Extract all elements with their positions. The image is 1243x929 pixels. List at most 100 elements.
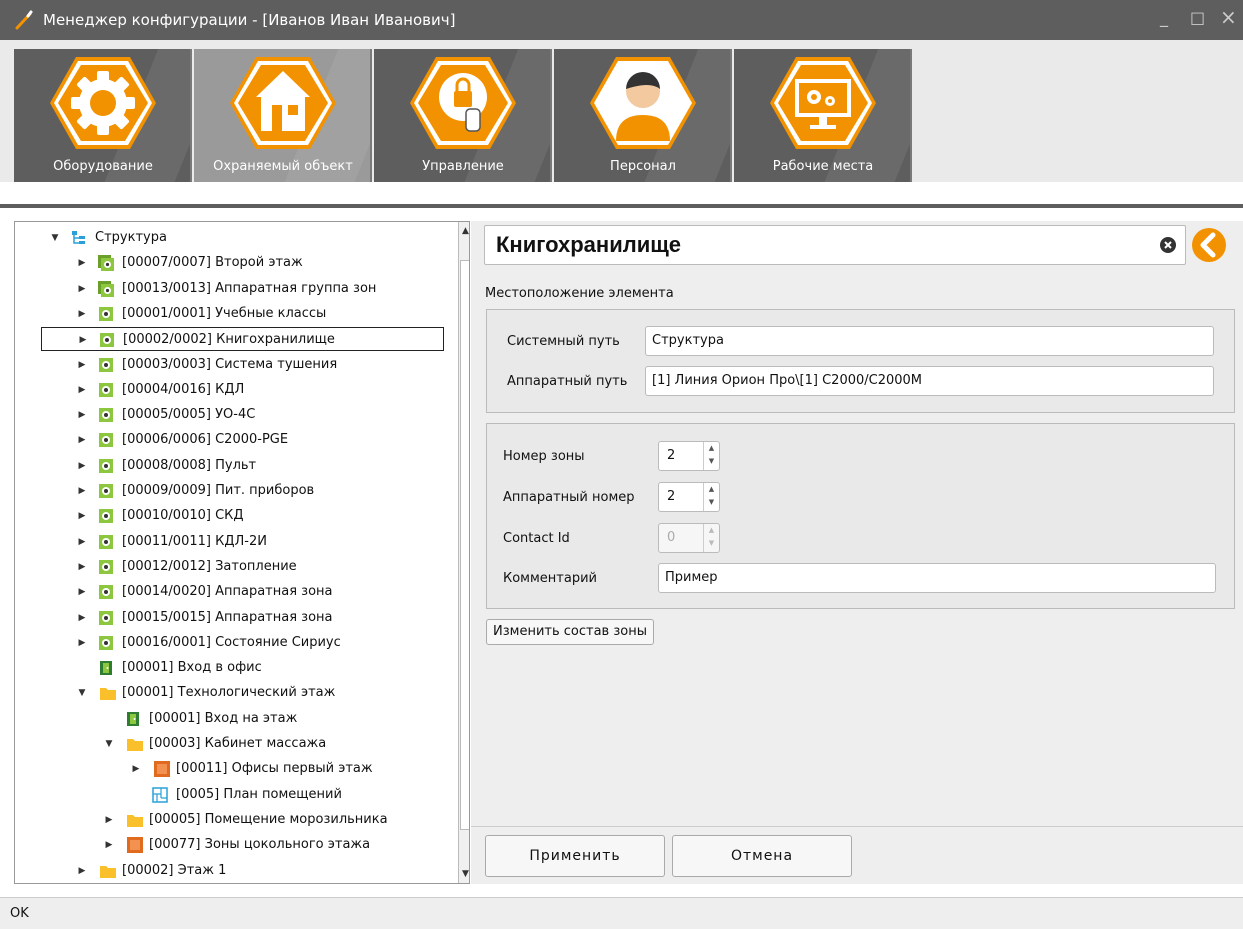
spinner-arrows-icon: ▲ ▼ bbox=[703, 524, 719, 552]
tree-item-label: [00012/0012] Затопление bbox=[122, 558, 297, 574]
spinner-arrows-icon[interactable]: ▲ ▼ bbox=[703, 442, 719, 470]
expand-down-icon[interactable]: ▼ bbox=[76, 681, 88, 705]
back-arrow-icon[interactable] bbox=[1191, 227, 1227, 263]
tree-item-label: [00011/0011] КДЛ-2И bbox=[122, 533, 267, 549]
cancel-button[interactable]: Отмена bbox=[672, 835, 852, 877]
tree-item[interactable]: ▶ [00002/0002] Книгохранилище bbox=[41, 327, 444, 352]
tree-item[interactable]: [00001] Вход в офис bbox=[15, 656, 455, 680]
separator bbox=[471, 826, 1243, 827]
expand-right-icon[interactable]: ▶ bbox=[76, 631, 88, 655]
comment-label: Комментарий bbox=[503, 571, 597, 586]
hw-number-spinner[interactable]: 2 ▲ ▼ bbox=[658, 482, 720, 512]
tree-item[interactable]: ▶ [00008/0008] Пульт bbox=[15, 454, 455, 478]
clear-icon[interactable] bbox=[1159, 236, 1177, 254]
system-path-field[interactable]: Структура bbox=[645, 326, 1214, 356]
tree-item[interactable]: ▶ [00001/0001] Учебные классы bbox=[15, 302, 455, 326]
expand-right-icon[interactable]: ▶ bbox=[76, 277, 88, 301]
hw-number-label: Аппаратный номер bbox=[503, 490, 635, 505]
expand-right-icon[interactable]: ▶ bbox=[76, 251, 88, 275]
tree-item[interactable]: ▶ [00002] Этаж 1 bbox=[15, 859, 455, 883]
tree-item[interactable]: ▶ [00007/0007] Второй этаж bbox=[15, 251, 455, 275]
expand-right-icon[interactable]: ▶ bbox=[76, 555, 88, 579]
expand-right-icon[interactable]: ▶ bbox=[76, 428, 88, 452]
expand-down-icon[interactable]: ▼ bbox=[49, 226, 61, 250]
toolbar-protected-object-button[interactable]: Охраняемый объект bbox=[194, 49, 372, 182]
expand-down-icon[interactable]: ▼ bbox=[103, 732, 115, 756]
tree-item[interactable]: ▶ [00009/0009] Пит. приборов bbox=[15, 479, 455, 503]
tree-item[interactable]: ▶ [00006/0006] С2000-PGE bbox=[15, 428, 455, 452]
gear-icon bbox=[50, 57, 156, 149]
toolbar-equipment-button[interactable]: Оборудование bbox=[14, 49, 192, 182]
maximize-button[interactable]: □ bbox=[1190, 8, 1205, 27]
tree-item[interactable]: ▶ [00014/0020] Аппаратная зона bbox=[15, 580, 455, 604]
comment-field[interactable]: Пример bbox=[658, 563, 1216, 593]
scroll-thumb[interactable] bbox=[460, 260, 469, 830]
expand-right-icon[interactable]: ▶ bbox=[76, 378, 88, 402]
toolbar-control-button[interactable]: Управление bbox=[374, 49, 552, 182]
tree-item[interactable]: ▶ [00012/0012] Затопление bbox=[15, 555, 455, 579]
tree-item[interactable]: ▶ [00005/0005] УО-4С bbox=[15, 403, 455, 427]
toolbar-workplaces-button[interactable]: Рабочие места bbox=[734, 49, 912, 182]
hw-path-field[interactable]: [1] Линия Орион Про\[1] С2000/С2000М bbox=[645, 366, 1214, 396]
system-path-label: Системный путь bbox=[507, 334, 620, 349]
zone-number-spinner[interactable]: 2 ▲ ▼ bbox=[658, 441, 720, 471]
tree-scrollbar[interactable]: ▲ ▼ bbox=[458, 222, 469, 883]
zone-icon bbox=[99, 433, 113, 448]
contact-id-spinner: 0 ▲ ▼ bbox=[658, 523, 720, 553]
expand-right-icon[interactable]: ▶ bbox=[76, 454, 88, 478]
folder-icon bbox=[127, 739, 143, 751]
expand-right-icon[interactable]: ▶ bbox=[76, 302, 88, 326]
orange-zone-icon bbox=[127, 837, 143, 854]
tree-item-label: [00013/0013] Аппаратная группа зон bbox=[122, 280, 377, 296]
tree-item[interactable]: ▶ [00077] Зоны цокольного этажа bbox=[15, 833, 455, 857]
scroll-up-icon[interactable]: ▲ bbox=[459, 224, 469, 238]
expand-right-icon[interactable]: ▶ bbox=[76, 606, 88, 630]
tree-item[interactable]: ▶ [00010/0010] СКД bbox=[15, 504, 455, 528]
tree-item[interactable]: ▶ [00003/0003] Система тушения bbox=[15, 353, 455, 377]
expand-right-icon[interactable]: ▶ bbox=[103, 833, 115, 857]
expand-right-icon[interactable]: ▶ bbox=[76, 403, 88, 427]
expand-right-icon[interactable]: ▶ bbox=[76, 479, 88, 503]
structure-icon bbox=[72, 231, 85, 244]
tree-item[interactable]: [00001] Вход на этаж bbox=[15, 707, 455, 731]
tree-item[interactable]: ▶ [00011/0011] КДЛ-2И bbox=[15, 530, 455, 554]
orange-zone-icon bbox=[154, 761, 170, 778]
scroll-down-icon[interactable]: ▼ bbox=[459, 867, 469, 881]
minimize-button[interactable]: _ bbox=[1160, 8, 1168, 27]
tree-item[interactable]: ▶ [00016/0001] Состояние Сириус bbox=[15, 631, 455, 655]
tree-item[interactable]: [0005] План помещений bbox=[15, 783, 455, 807]
tree-item-label: [00002] Этаж 1 bbox=[122, 862, 227, 878]
toolbar-label: Рабочие места bbox=[772, 159, 874, 174]
expand-right-icon[interactable]: ▶ bbox=[76, 580, 88, 604]
toolbar-personnel-button[interactable]: Персонал bbox=[554, 49, 732, 182]
tree-item[interactable]: ▼ [00001] Технологический этаж bbox=[15, 681, 455, 705]
change-zone-button[interactable]: Изменить состав зоны bbox=[486, 619, 654, 645]
folder-icon bbox=[127, 814, 143, 827]
close-button[interactable]: × bbox=[1220, 5, 1237, 29]
location-group: Системный путь Структура Аппаратный путь… bbox=[486, 309, 1235, 413]
tree-item-label: [00005/0005] УО-4С bbox=[122, 407, 256, 423]
tree-item[interactable]: ▶ [00013/0013] Аппаратная группа зон bbox=[15, 277, 455, 301]
tree-item[interactable]: ▼ Структура bbox=[15, 226, 455, 250]
tree-item[interactable]: ▼ [00003] Кабинет массажа bbox=[15, 732, 455, 756]
folder-icon bbox=[100, 688, 116, 701]
expand-right-icon[interactable]: ▶ bbox=[76, 530, 88, 554]
expand-right-icon[interactable]: ▶ bbox=[103, 808, 115, 832]
spinner-arrows-icon[interactable]: ▲ ▼ bbox=[703, 483, 719, 511]
tree-item[interactable]: ▶ [00004/0016] КДЛ bbox=[15, 378, 455, 402]
tree-item[interactable]: ▶ [00015/0015] Аппаратная зона bbox=[15, 606, 455, 630]
tree-item-label: [00014/0020] Аппаратная зона bbox=[122, 584, 333, 600]
zone-icon bbox=[99, 408, 113, 423]
apply-button[interactable]: Применить bbox=[485, 835, 665, 877]
zone-icon bbox=[99, 610, 113, 625]
expand-right-icon[interactable]: ▶ bbox=[130, 757, 142, 781]
structure-tree[interactable]: ▼ Структура ▶ [00007/0007] Второй этаж ▶ [000… bbox=[14, 221, 470, 884]
zone-icon bbox=[99, 534, 113, 549]
expand-right-icon[interactable]: ▶ bbox=[76, 353, 88, 377]
expand-right-icon[interactable]: ▶ bbox=[76, 504, 88, 528]
expand-right-icon[interactable]: ▶ bbox=[77, 328, 89, 352]
element-name-field[interactable]: Книгохранилище bbox=[484, 225, 1186, 265]
tree-item[interactable]: ▶ [00011] Офисы первый этаж bbox=[15, 757, 455, 781]
tree-item[interactable]: ▶ [00005] Помещение морозильника bbox=[15, 808, 455, 832]
expand-right-icon[interactable]: ▶ bbox=[76, 859, 88, 883]
